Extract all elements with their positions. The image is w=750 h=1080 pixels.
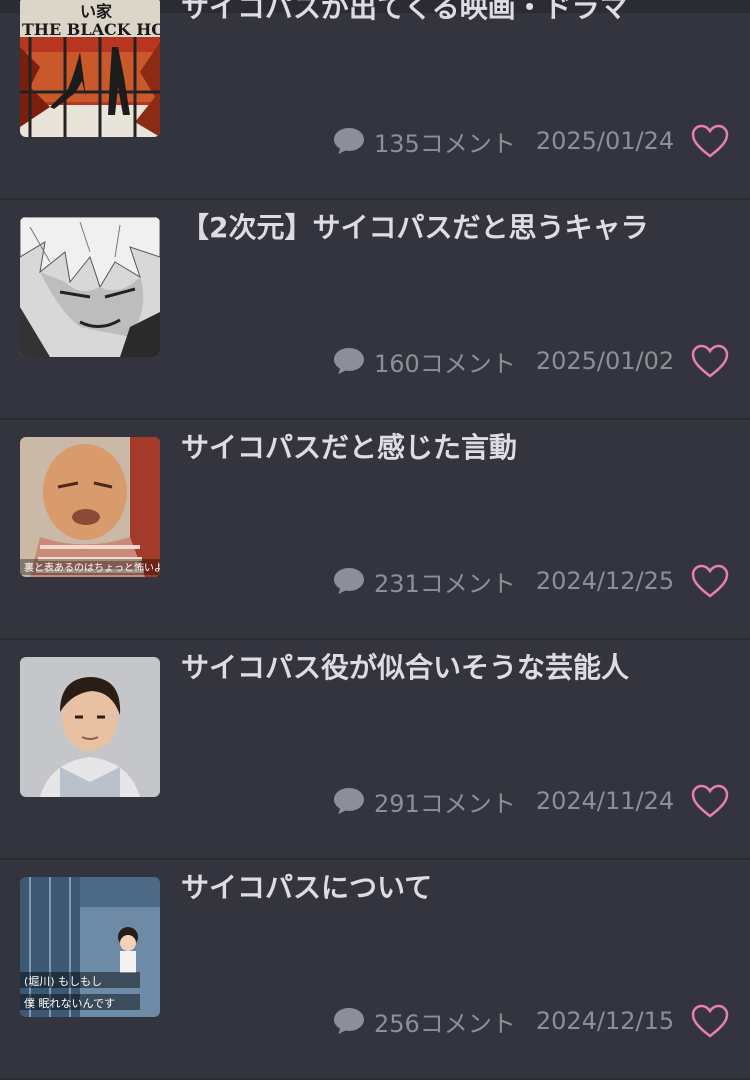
svg-text:い家: い家 bbox=[80, 2, 113, 21]
speech-bubble-icon bbox=[334, 128, 364, 154]
topic-row[interactable]: 裏と表あるのはちょっと怖いよね サイコパスだと感じた言動 231コメント 202… bbox=[0, 420, 750, 640]
topic-date: 2025/01/02 bbox=[535, 347, 675, 375]
comment-count: 291コメント bbox=[374, 789, 516, 818]
topic-row[interactable]: 【2次元】サイコパスだと思うキャラ 160コメント 2025/01/02 bbox=[0, 200, 750, 420]
topic-list: THE BLACK HOUSE い家 サイコパスが出てくる映画・ドラマ 135コ… bbox=[0, 0, 750, 1080]
heart-outline-icon[interactable] bbox=[690, 783, 730, 819]
manga-character-image bbox=[20, 217, 160, 357]
speech-bubble-icon bbox=[334, 788, 364, 814]
svg-text:裏と表あるのはちょっと怖いよね: 裏と表あるのはちょっと怖いよね bbox=[24, 561, 160, 574]
topic-meta: 160コメント 2025/01/02 bbox=[332, 341, 674, 381]
heart-outline-icon[interactable] bbox=[690, 1003, 730, 1039]
bald-man-photo-image: 裏と表あるのはちょっと怖いよね bbox=[20, 437, 160, 577]
heart-outline-icon[interactable] bbox=[690, 563, 730, 599]
topic-thumbnail[interactable] bbox=[20, 217, 160, 357]
svg-text:THE BLACK HOUSE: THE BLACK HOUSE bbox=[22, 20, 160, 39]
topic-thumbnail[interactable]: 裏と表あるのはちょっと怖いよね bbox=[20, 437, 160, 577]
svg-text:(堀川) もしもし: (堀川) もしもし bbox=[24, 975, 102, 988]
topic-title[interactable]: サイコパスだと感じた言動 bbox=[181, 430, 730, 465]
topic-thumbnail[interactable]: (堀川) もしもし 僕 眠れないんです bbox=[20, 877, 160, 1017]
topic-date: 2024/11/24 bbox=[535, 787, 675, 815]
comment-count: 256コメント bbox=[374, 1009, 516, 1038]
topic-title[interactable]: サイコパスについて bbox=[181, 870, 730, 905]
topic-title[interactable]: サイコパス役が似合いそうな芸能人 bbox=[181, 650, 730, 685]
heart-outline-icon[interactable] bbox=[690, 123, 730, 159]
topic-date: 2024/12/15 bbox=[535, 1007, 675, 1035]
topic-meta: 256コメント 2024/12/15 bbox=[332, 1001, 674, 1041]
svg-text:僕 眠れないんです: 僕 眠れないんです bbox=[24, 997, 115, 1010]
speech-bubble-icon bbox=[334, 1008, 364, 1034]
topic-meta: 291コメント 2024/11/24 bbox=[332, 781, 674, 821]
topic-row[interactable]: サイコパス役が似合いそうな芸能人 291コメント 2024/11/24 bbox=[0, 640, 750, 860]
comment-count: 135コメント bbox=[374, 129, 516, 158]
speech-bubble-icon bbox=[334, 568, 364, 594]
topic-thumbnail[interactable] bbox=[20, 657, 160, 797]
heart-outline-icon[interactable] bbox=[690, 343, 730, 379]
topic-row[interactable]: THE BLACK HOUSE い家 サイコパスが出てくる映画・ドラマ 135コ… bbox=[0, 0, 750, 200]
topic-meta: 135コメント 2025/01/24 bbox=[332, 121, 674, 161]
topic-title[interactable]: 【2次元】サイコパスだと思うキャラ bbox=[181, 210, 730, 245]
topic-title[interactable]: サイコパスが出てくる映画・ドラマ bbox=[181, 0, 730, 25]
topic-date: 2025/01/24 bbox=[535, 127, 675, 155]
topic-meta: 231コメント 2024/12/25 bbox=[332, 561, 674, 601]
topic-date: 2024/12/25 bbox=[535, 567, 675, 595]
comment-count: 231コメント bbox=[374, 569, 516, 598]
black-house-poster-image: THE BLACK HOUSE い家 bbox=[20, 0, 160, 137]
actor-portrait-image bbox=[20, 657, 160, 797]
speech-bubble-icon bbox=[334, 348, 364, 374]
comment-count: 160コメント bbox=[374, 349, 516, 378]
anime-scene-image: (堀川) もしもし 僕 眠れないんです bbox=[20, 877, 160, 1017]
topic-row[interactable]: (堀川) もしもし 僕 眠れないんです サイコパスについて 256コメント 20… bbox=[0, 860, 750, 1080]
topic-thumbnail[interactable]: THE BLACK HOUSE い家 bbox=[20, 0, 160, 137]
